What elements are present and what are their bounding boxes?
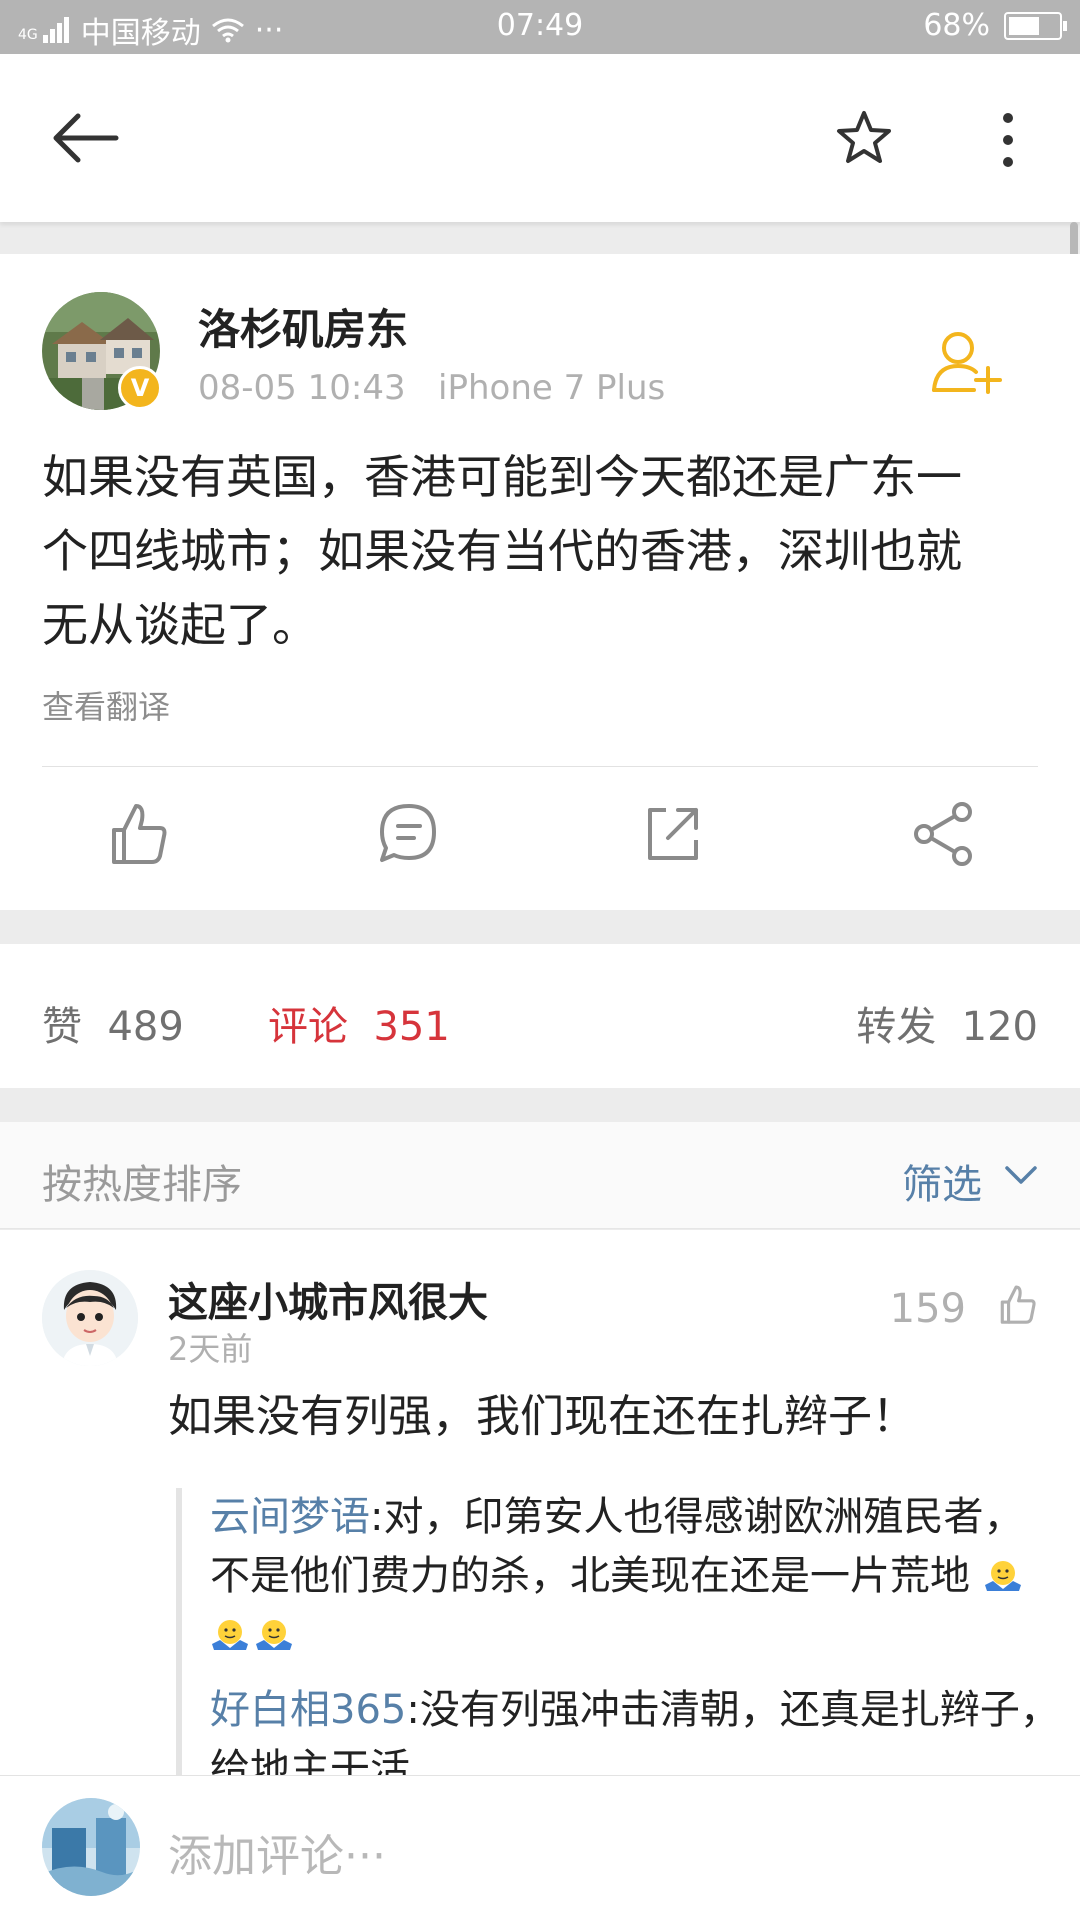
post-date: 08-05 10:43 [198,368,406,408]
comment-text: 如果没有列强，我们现在还在扎辫子！ [168,1391,916,1442]
comment-thumbs-up-icon[interactable] [996,1282,1040,1326]
top-nav-bar [0,54,1080,222]
like-stat[interactable]: 赞 489 [42,994,184,1052]
repost-count: 120 [961,1004,1038,1050]
vertical-dots-icon[interactable] [996,110,1020,170]
stats-bar: 赞 489 评论 351 转发 120 [0,944,1080,1088]
shrug-emoji-icon [212,1620,248,1650]
repost-stat[interactable]: 转发 120 [856,994,1038,1052]
share-icon[interactable] [908,798,978,868]
repost-label: 转发 [856,1004,937,1050]
comment-input-bar: 添加评论··· [0,1775,1080,1921]
reply-author[interactable]: 云间梦语 [210,1494,370,1540]
sort-label[interactable]: 按热度排序 [42,1152,242,1210]
post-device: iPhone 7 Plus [438,368,666,408]
battery-percent: 68% [923,8,990,43]
scenery-avatar [42,1798,140,1896]
repost-icon[interactable] [638,798,708,868]
reply-block[interactable]: 云间梦语:对，印第安人也得感谢欧洲殖民者，不是他们费力的杀，北美现在还是一片荒地… [176,1488,1060,1775]
comment-bubble-icon[interactable] [374,798,444,868]
status-right: 68% [923,8,1067,43]
comment-stat[interactable]: 评论 351 [268,994,450,1052]
post-author-name[interactable]: 洛杉矶房东 [198,296,408,357]
post-meta: 08-05 10:43 iPhone 7 Plus [198,368,665,408]
reply-item[interactable]: 云间梦语:对，印第安人也得感谢欧洲殖民者，不是他们费力的杀，北美现在还是一片荒地 [210,1488,1060,1665]
post-body: 如果没有英国，香港可能到今天都还是广东一 个四线城市；如果没有当代的香港，深圳也… [42,440,1042,662]
status-bar: 4G 中国移动 ··· 07:49 68% [0,0,1080,54]
star-outline-icon[interactable] [834,108,894,168]
comment-input[interactable]: 添加评论··· [168,1820,386,1884]
translate-link[interactable]: 查看翻译 [42,682,170,728]
follow-user-icon[interactable] [930,330,1004,396]
battery-icon [1004,11,1067,40]
cartoon-boy-avatar [42,1270,138,1366]
post-line: 如果没有英国，香港可能到今天都还是广东一 [42,450,962,504]
reply-item[interactable]: 好白相365:没有列强冲击清朝，还真是扎辫子，给地主干活 [210,1681,1060,1775]
my-avatar[interactable] [42,1798,140,1896]
thumbs-up-icon[interactable] [104,798,174,868]
status-time: 07:49 [496,8,584,43]
verified-badge: V [118,366,162,410]
shrug-emoji-icon [984,1561,1021,1591]
battery-fill [1009,16,1039,35]
comment-time: 2天前 [168,1330,253,1368]
like-count: 489 [107,1004,184,1050]
post-line: 个四线城市；如果没有当代的香港，深圳也就 [42,524,962,578]
sort-bar: 按热度排序 筛选 [0,1122,1080,1229]
comment-like-count: 159 [889,1286,966,1332]
chevron-down-icon[interactable] [1004,1164,1038,1186]
commenter-avatar[interactable] [42,1270,138,1366]
post-line: 无从谈起了。 [42,598,318,652]
comment-label: 评论 [268,1004,348,1050]
like-label: 赞 [42,1004,82,1050]
comment-list: 这座小城市风很大 2天前 159 如果没有列强，我们现在还在扎辫子！ 云间梦语:… [0,1230,1080,1775]
divider [42,766,1038,767]
comment-count: 351 [373,1004,450,1050]
reply-author[interactable]: 好白相365 [210,1687,406,1733]
arrow-left-icon[interactable] [50,110,120,166]
shrug-emoji-icon [256,1620,292,1650]
filter-button[interactable]: 筛选 [902,1152,982,1210]
commenter-name[interactable]: 这座小城市风很大 [168,1270,488,1328]
